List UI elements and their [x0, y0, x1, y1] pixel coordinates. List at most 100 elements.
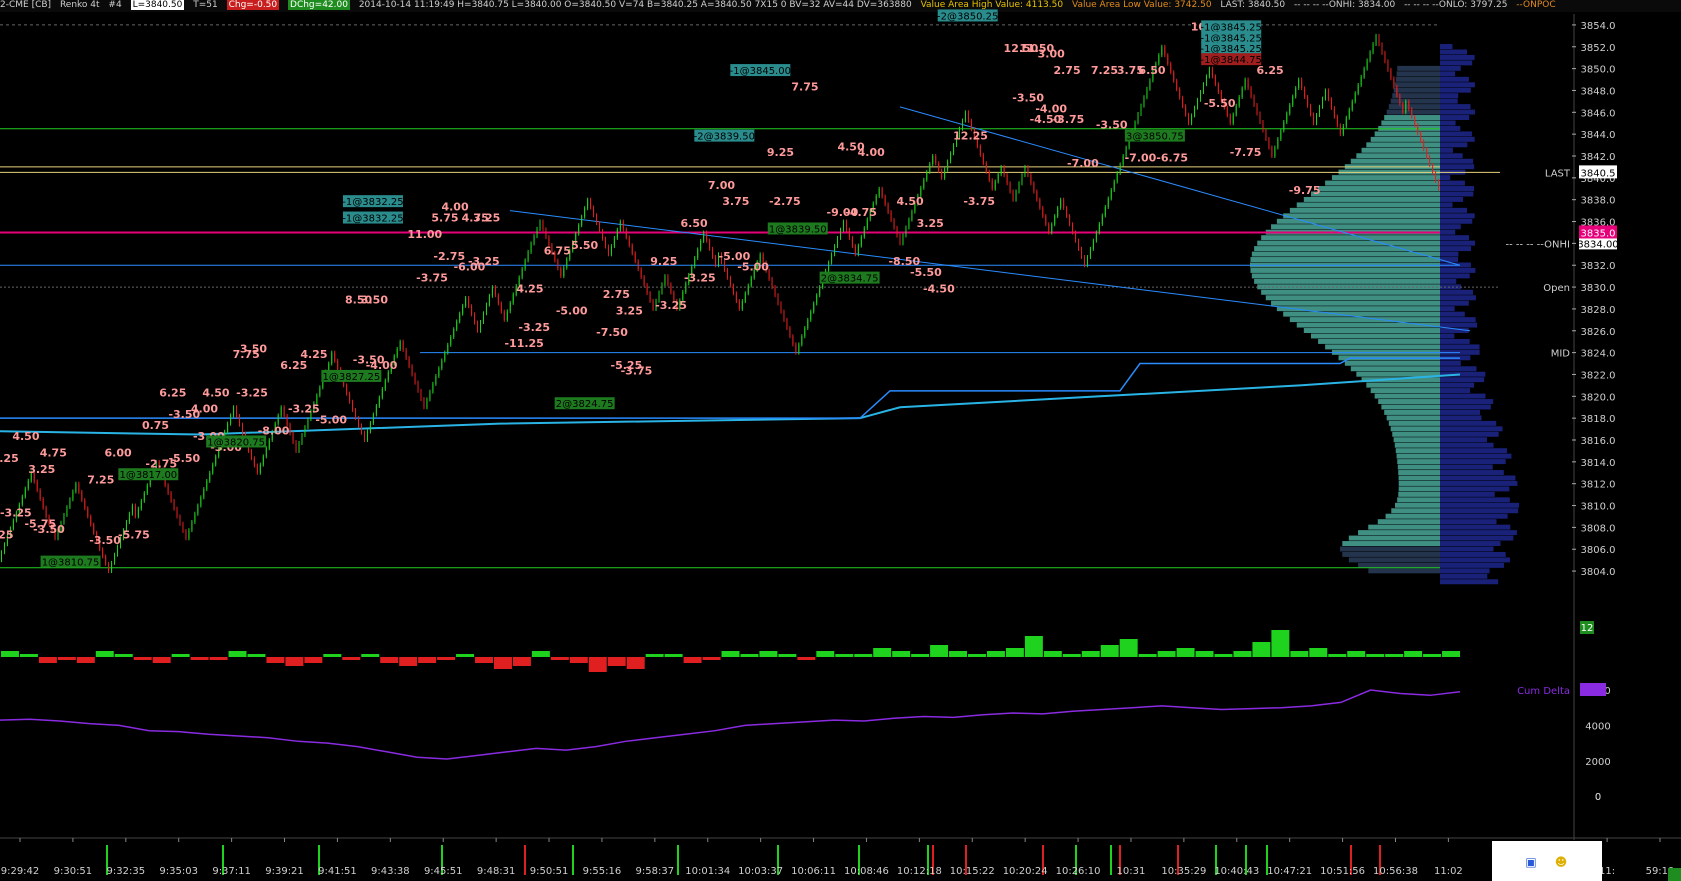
bar-body: [69, 499, 71, 508]
bar-body: [1375, 35, 1377, 45]
smiley-icon[interactable]: ☻: [1554, 855, 1568, 869]
bar-body: [1298, 79, 1300, 89]
overnight-profile-bar: [1440, 120, 1456, 126]
bar-body: [539, 221, 541, 229]
profile-bar: [1276, 306, 1440, 312]
overnight-profile-bar: [1440, 229, 1456, 235]
bar-body: [780, 303, 782, 312]
bar-body: [200, 497, 202, 506]
overnight-profile-bar: [1440, 158, 1474, 164]
bar-body: [227, 423, 229, 432]
profile-bar: [1396, 71, 1440, 77]
overnight-profile-bar: [1440, 142, 1468, 148]
bar-body: [137, 508, 139, 517]
bar-body: [1039, 199, 1041, 208]
overnight-profile-bar: [1440, 415, 1482, 421]
bar-body: [462, 305, 464, 314]
bar-body: [417, 382, 419, 391]
swing-label: -3.25: [236, 386, 268, 399]
chart-canvas[interactable]: -5.254.503.254.75-3.25-5.75-3.50-.256.00…: [0, 0, 1681, 881]
profile-bar: [1356, 153, 1440, 159]
price-tick-label: 3820.0: [1581, 392, 1616, 403]
bar-body: [1107, 198, 1109, 207]
bar-body: [732, 285, 734, 294]
overnight-profile-bar: [1440, 344, 1480, 350]
bar-body: [771, 278, 773, 288]
time-tick-label: 10:15:22: [950, 866, 995, 877]
profile-bar: [1393, 87, 1440, 93]
bar-body: [530, 243, 532, 252]
price-tick-label: 3810.0: [1581, 502, 1616, 513]
bar-body: [1101, 215, 1103, 224]
bar-body: [87, 508, 89, 517]
bar-body: [783, 311, 785, 320]
time-tick-label: 10:08:46: [844, 866, 889, 877]
bar-body: [66, 507, 68, 515]
profile-bar: [1398, 475, 1440, 481]
bar-body: [128, 513, 130, 522]
bar-body: [634, 253, 636, 262]
bar-body: [355, 409, 357, 419]
bar-body: [173, 500, 175, 509]
overnight-profile-bar: [1440, 508, 1519, 514]
bar-body: [923, 179, 925, 188]
bar-body: [236, 407, 238, 416]
profile-bar: [1318, 186, 1440, 191]
bar-body: [1265, 130, 1267, 140]
bar-body: [979, 146, 981, 155]
price-tick-label: 3846.0: [1581, 108, 1616, 119]
cum-delta-line: [0, 689, 1461, 760]
bar-body: [842, 221, 844, 230]
bar-body: [845, 221, 847, 230]
bar-body: [1426, 149, 1428, 157]
swing-label: -5.50: [1204, 97, 1236, 110]
price-tick-label: 3842.0: [1581, 152, 1616, 163]
bar-body: [854, 246, 856, 255]
profile-bar: [1398, 470, 1440, 475]
overnight-profile-bar: [1440, 524, 1511, 530]
bar-body: [408, 358, 410, 367]
bar-body: [1345, 117, 1347, 126]
bar-body: [1092, 240, 1094, 249]
bar-body: [206, 480, 208, 490]
bar-body: [212, 464, 214, 473]
time-tick-label: 9:29:42: [1, 866, 40, 877]
profile-bar: [1396, 453, 1440, 459]
overnight-profile-bar: [1440, 491, 1495, 497]
bar-body: [283, 407, 285, 416]
overnight-profile-bar: [1440, 551, 1506, 557]
delta-bar: [399, 657, 418, 666]
swing-label: -3.50: [1096, 119, 1128, 132]
overnight-profile-bar: [1440, 404, 1491, 410]
bar-body: [991, 180, 993, 189]
bar-body: [970, 120, 972, 130]
swing-label: -6.75: [1156, 151, 1188, 164]
bar-body: [738, 301, 740, 309]
monitor-icon[interactable]: ▣: [1524, 855, 1538, 869]
overnight-profile-bar: [1440, 475, 1516, 481]
bar-body: [361, 425, 362, 433]
overnight-profile-bar: [1440, 459, 1506, 465]
bar-body: [729, 277, 731, 286]
time-tick-label: 9:39:21: [265, 866, 304, 877]
profile-bar: [1342, 551, 1440, 557]
bar-body: [524, 260, 526, 269]
profile-bar: [1296, 202, 1440, 208]
profile-bar: [1250, 257, 1440, 262]
bar-body: [1274, 147, 1276, 156]
profile-bar: [1398, 486, 1440, 492]
delta-bar: [1347, 651, 1366, 657]
bar-body: [1277, 139, 1279, 148]
bar-body: [578, 225, 580, 234]
bar-body: [3, 544, 5, 553]
profile-bar: [1397, 464, 1440, 470]
bar-body: [795, 344, 797, 353]
bar-body: [1021, 175, 1023, 184]
bar-body: [197, 505, 199, 514]
bar-body: [607, 246, 609, 255]
price-tick-label: 3852.0: [1581, 43, 1616, 54]
bar-body: [700, 240, 702, 250]
bar-body: [27, 480, 29, 489]
bar-body: [509, 302, 511, 312]
bar-body: [1235, 105, 1237, 115]
